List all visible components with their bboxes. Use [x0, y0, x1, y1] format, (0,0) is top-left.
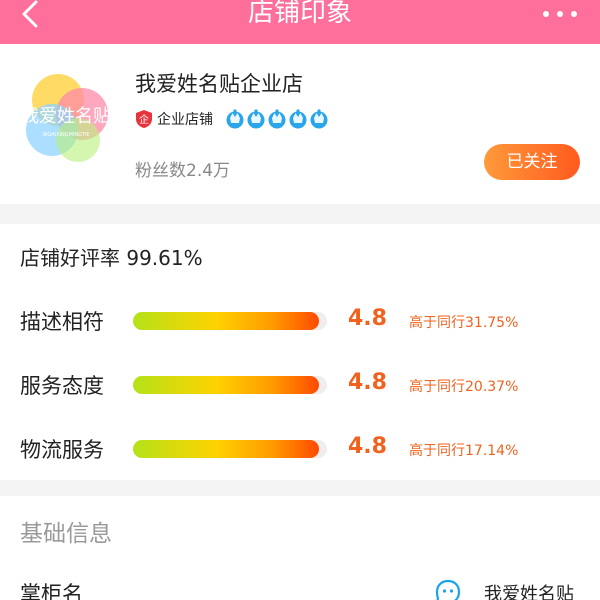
rating-label: 物流服务: [20, 438, 104, 462]
rating-compare: 高于同行20.37%: [409, 379, 519, 395]
rating-bar-fill: [133, 376, 320, 394]
rating-bar-track: [133, 312, 327, 330]
page-title: 店铺印象: [247, 0, 352, 28]
rating-score: 4.8: [348, 370, 387, 395]
rating-score: 4.8: [348, 434, 387, 459]
rating-row-description: 描述相符 4.8 高于同行31.75%: [0, 300, 600, 340]
rating-card: 店铺好评率 99.61% 描述相符 4.8 高于同行31.75% 服务态度 4.…: [0, 224, 600, 480]
crown-icon: [247, 109, 265, 129]
rating-compare: 高于同行31.75%: [409, 315, 519, 331]
rating-score: 4.8: [348, 306, 387, 331]
rating-row-service: 服务态度 4.8 高于同行20.37%: [0, 364, 600, 404]
enterprise-shield-icon: 企: [136, 110, 152, 128]
owner-label: 掌柜名: [20, 582, 83, 600]
basic-info-card: 基础信息 掌柜名 我爱姓名贴: [0, 496, 600, 600]
fans-count: 粉丝数2.4万: [135, 161, 231, 181]
rating-bar-fill: [133, 440, 320, 458]
crown-rating: [225, 108, 329, 130]
basic-info-title: 基础信息: [20, 521, 112, 547]
navigation-bar: 店铺印象: [0, 0, 600, 44]
crown-icon: [289, 109, 307, 129]
svg-text:我爱姓名贴: 我爱姓名贴: [21, 106, 111, 127]
owner-name[interactable]: 我爱姓名贴: [484, 580, 574, 600]
svg-text:WOAIXINGMINGTIE: WOAIXINGMINGTIE: [42, 132, 89, 138]
rating-bar-track: [133, 440, 327, 458]
rating-label: 描述相符: [20, 310, 104, 334]
rating-bar-fill: [133, 312, 320, 330]
shop-badges: 企 企业店铺: [135, 108, 329, 130]
follow-button[interactable]: 已关注: [484, 144, 580, 180]
shop-header-card: 我爱姓名贴 WOAIXINGMINGTIE 我爱姓名贴企业店 企 企业店铺 粉丝…: [0, 44, 600, 204]
shop-logo[interactable]: 我爱姓名贴 WOAIXINGMINGTIE: [18, 70, 114, 166]
rating-label: 服务态度: [20, 374, 104, 398]
wangwang-chat-icon[interactable]: [434, 578, 462, 600]
rating-compare: 高于同行17.14%: [409, 443, 519, 459]
svg-text:企: 企: [139, 113, 149, 126]
enterprise-badge: 企业店铺: [157, 112, 213, 128]
crown-icon: [226, 109, 244, 129]
more-dots-icon[interactable]: [538, 4, 582, 24]
rating-row-logistics: 物流服务 4.8 高于同行17.14%: [0, 428, 600, 468]
rating-bar-track: [133, 376, 327, 394]
crown-icon: [310, 109, 328, 129]
good-rate: 店铺好评率 99.61%: [20, 246, 203, 270]
shop-name: 我爱姓名贴企业店: [135, 72, 303, 96]
crown-icon: [268, 109, 286, 129]
